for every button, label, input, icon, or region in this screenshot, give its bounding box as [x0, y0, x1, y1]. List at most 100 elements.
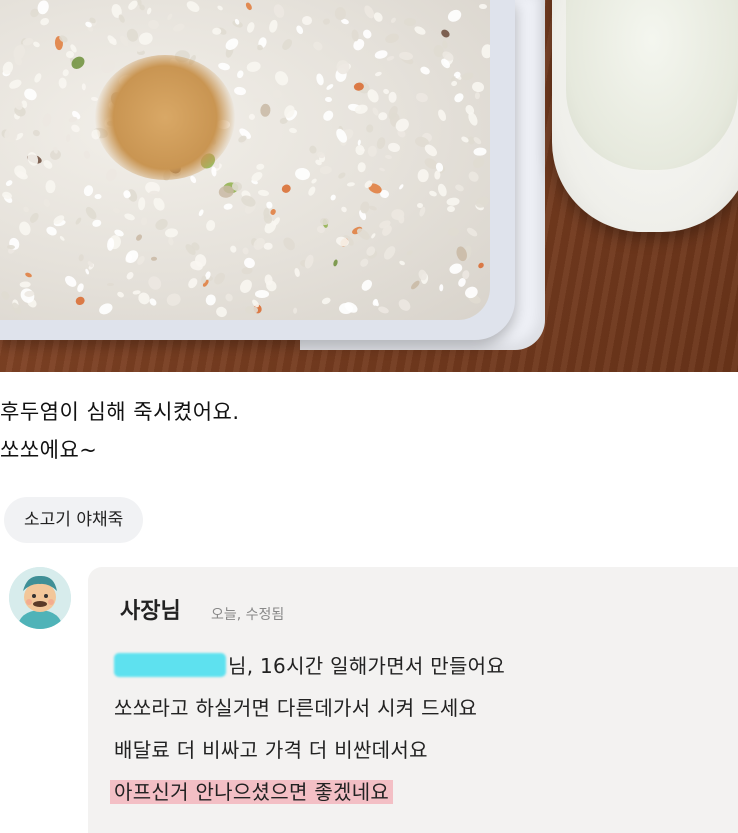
porridge-grain — [445, 7, 464, 25]
porridge-grain — [416, 202, 424, 208]
review-text: 후두염이 심해 죽시켰어요. 쏘쏘에요~ — [0, 393, 240, 469]
porridge-grain — [235, 69, 245, 80]
porridge-grain — [247, 112, 257, 121]
porridge-grain — [302, 253, 315, 270]
porridge-grain — [454, 182, 466, 193]
porridge-grain — [223, 203, 233, 211]
porridge-grain — [104, 167, 120, 184]
porridge-grain — [260, 103, 272, 117]
porridge-grain — [140, 217, 148, 226]
menu-tag[interactable]: 소고기 야채죽 — [4, 497, 144, 543]
porridge-grain — [42, 197, 51, 208]
porridge-grain — [123, 212, 137, 223]
owner-avatar-icon — [9, 567, 71, 629]
porridge-grain — [355, 144, 366, 157]
porridge-grain — [216, 4, 224, 12]
porridge-grain — [357, 162, 366, 173]
porridge-grain — [185, 276, 199, 291]
porridge-grain — [288, 126, 298, 134]
owner-name: 사장님 — [120, 599, 181, 624]
porridge-grain — [387, 141, 402, 153]
porridge-grain — [339, 205, 348, 213]
porridge — [0, 0, 490, 320]
porridge-container — [0, 0, 515, 340]
porridge-grain — [365, 87, 382, 105]
porridge-grain — [338, 303, 353, 315]
porridge-grain — [472, 135, 483, 146]
porridge-grain — [311, 39, 325, 53]
reply-line: 님, 16시간 일해가면서 만들어요 — [114, 645, 505, 687]
porridge-grain — [428, 189, 438, 197]
porridge-grain — [366, 124, 374, 133]
porridge-grain — [74, 216, 83, 226]
porridge-grain — [253, 97, 261, 103]
porridge-grain — [423, 142, 440, 159]
porridge-grain — [476, 261, 485, 270]
porridge-grain — [322, 17, 332, 26]
porridge-grain — [245, 61, 262, 74]
porridge-grain — [115, 290, 125, 299]
side-bowl — [552, 0, 738, 232]
reply-line: 아프신거 안나으셨으면 좋겠네요 — [110, 771, 505, 813]
porridge-grain — [359, 200, 371, 215]
porridge-grain — [24, 271, 33, 279]
porridge-grain — [167, 237, 174, 246]
porridge-grain — [396, 297, 413, 314]
porridge-grain — [415, 91, 430, 104]
side-bowl-contents — [566, 0, 738, 170]
porridge-grain — [324, 96, 333, 103]
porridge-grain — [4, 179, 13, 187]
porridge-grain — [147, 19, 160, 31]
porridge-grain — [257, 188, 270, 197]
reply-text: 님, 16시간 일해가면서 만들어요 쏘쏘라고 하실거면 다른데가서 시켜 드세… — [110, 645, 505, 813]
porridge-grain — [106, 237, 115, 252]
porridge-grain — [134, 232, 143, 241]
porridge-grain — [293, 166, 311, 181]
porridge-grain — [242, 246, 250, 255]
owner-avatar — [9, 567, 71, 629]
porridge-grain — [70, 123, 82, 134]
porridge-grain — [65, 51, 75, 59]
porridge-grain — [307, 144, 318, 155]
porridge-grain — [471, 154, 487, 170]
porridge-grain — [465, 226, 479, 239]
porridge-grain — [146, 273, 164, 292]
porridge-grain — [245, 21, 256, 35]
porridge-grain — [310, 177, 319, 185]
porridge-grain — [272, 69, 291, 89]
porridge-grain — [388, 91, 397, 103]
porridge-grain — [233, 85, 247, 96]
porridge-grain — [280, 182, 293, 194]
porridge-grain — [82, 183, 95, 197]
porridge-grain — [397, 214, 405, 224]
porridge-grain — [321, 296, 332, 306]
porridge-grain — [21, 205, 30, 214]
porridge-grain — [359, 277, 374, 293]
porridge-grain — [337, 171, 347, 181]
porridge-grain — [74, 295, 86, 307]
porridge-grain — [165, 291, 183, 308]
porridge-grain — [447, 206, 455, 213]
porridge-grain — [361, 27, 373, 40]
porridge-grain — [17, 220, 33, 237]
porridge-grain — [439, 27, 452, 39]
porridge-grain — [45, 179, 56, 194]
porridge-grain — [211, 270, 228, 287]
porridge-grain — [301, 15, 313, 25]
porridge-grain — [436, 107, 448, 123]
porridge-grain — [211, 27, 222, 35]
porridge-grain — [78, 254, 85, 262]
porridge-grain — [10, 301, 24, 317]
porridge-grain — [474, 147, 488, 157]
porridge-grain — [377, 305, 390, 315]
porridge-grain — [27, 211, 40, 225]
porridge-grain — [368, 145, 378, 158]
porridge-grain — [184, 0, 202, 15]
porridge-grain — [405, 248, 414, 257]
porridge-grain — [137, 197, 147, 211]
porridge-grain — [453, 92, 466, 105]
porridge-grain — [76, 282, 86, 294]
porridge-grain — [447, 261, 464, 276]
porridge-grain — [271, 3, 286, 20]
porridge-grain — [214, 304, 229, 319]
